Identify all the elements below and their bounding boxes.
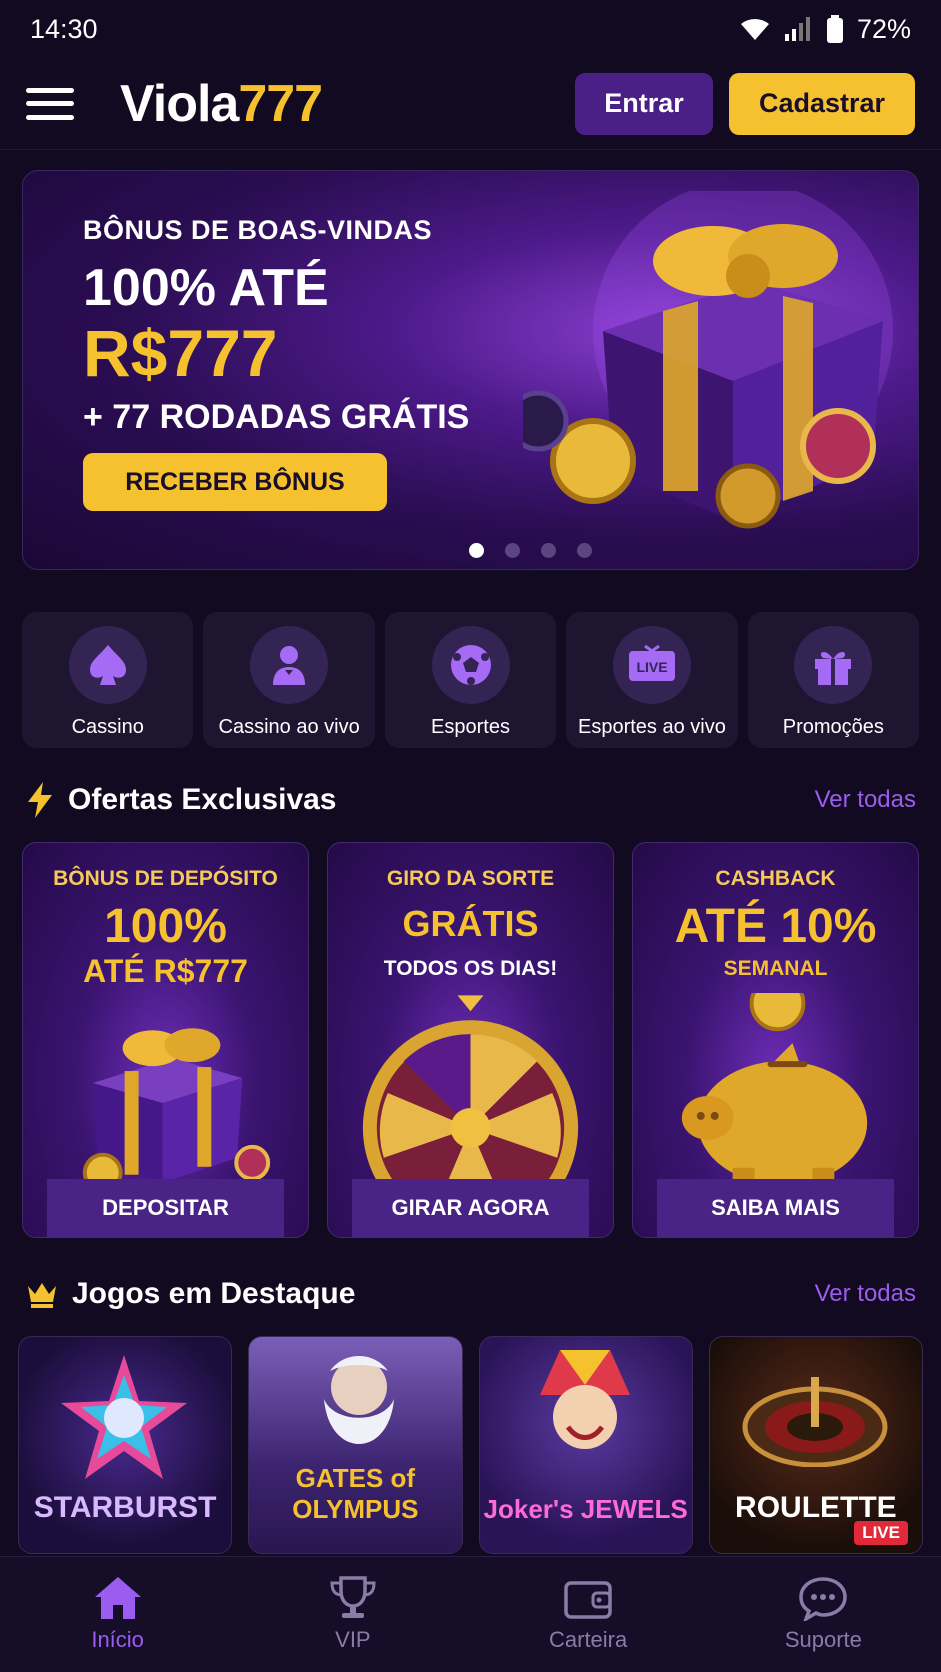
offer-subline: SEMANAL	[723, 957, 828, 980]
hamburger-menu-icon[interactable]	[26, 84, 74, 124]
games-section-title: Jogos em Destaque	[72, 1277, 356, 1310]
offer-card-deposit[interactable]: BÔNUS DE DEPÓSITO 100% ATÉ R$777 DEPOSIT…	[22, 842, 309, 1238]
category-label: Promoções	[782, 716, 884, 738]
game-tile-jokers-jewels[interactable]: Joker's JEWELS	[478, 1336, 693, 1554]
hero-headline: 100% ATÉ	[83, 259, 329, 317]
game-title: STARBURST	[33, 1491, 217, 1524]
app-header: Viola777 Entrar Cadastrar	[0, 58, 941, 150]
hero-banner[interactable]: BÔNUS DE BOAS-VINDAS 100% ATÉ R$777 + 77…	[22, 170, 919, 570]
claim-bonus-button[interactable]: RECEBER BÔNUS	[83, 453, 387, 511]
spin-now-button[interactable]: GIRAR AGORA	[352, 1179, 589, 1237]
bottom-nav: Início VIP Carteira Suporte	[0, 1556, 941, 1672]
carousel-dot[interactable]	[505, 543, 520, 558]
nav-label: Início	[91, 1627, 144, 1652]
category-row: Cassino Cassino ao vivo Esportes LIVE Es…	[22, 612, 920, 748]
category-label: Esportes	[431, 716, 510, 738]
category-sports[interactable]: Esportes	[384, 612, 557, 748]
offers-view-all-link[interactable]: Ver todas	[815, 786, 916, 814]
register-button[interactable]: Cadastrar	[729, 72, 915, 135]
lightning-icon	[28, 782, 52, 818]
deposit-button[interactable]: DEPOSITAR	[47, 1179, 284, 1237]
prize-wheel-illustration	[362, 995, 579, 1193]
header-actions: Entrar Cadastrar	[575, 72, 915, 135]
offer-headline: 100%	[104, 900, 227, 953]
game-tile-starburst[interactable]: STARBURST	[18, 1336, 233, 1554]
zeus-icon	[324, 1356, 395, 1444]
wifi-icon	[740, 18, 769, 40]
games-section-header: Jogos em Destaque Ver todas	[26, 1272, 916, 1316]
star-gem-icon	[61, 1355, 187, 1479]
signal-icon	[784, 17, 810, 41]
game-title: Joker's JEWELS	[483, 1494, 688, 1524]
hero-amount: R$777	[83, 316, 278, 390]
brand-logo[interactable]: Viola777	[120, 74, 323, 134]
category-live-casino[interactable]: Cassino ao vivo	[203, 612, 375, 748]
offer-headline: GRÁTIS	[402, 903, 539, 944]
featured-games-row: STARBURST GATES of OLYMPUS Joker's JEWEL…	[18, 1336, 923, 1554]
battery-level: 72%	[856, 13, 911, 44]
learn-more-button[interactable]: SAIBA MAIS	[657, 1179, 894, 1237]
offers-section-header: Ofertas Exclusivas Ver todas	[26, 778, 916, 822]
status-icons: 72%	[739, 14, 911, 45]
spade-icon	[68, 626, 147, 704]
category-label: Esportes ao vivo	[577, 716, 726, 738]
category-casino[interactable]: Cassino	[22, 612, 194, 748]
chat-icon	[799, 1577, 848, 1621]
nav-vip[interactable]: VIP	[235, 1557, 470, 1672]
piggy-bank-illustration	[681, 993, 868, 1192]
login-button[interactable]: Entrar	[575, 72, 713, 135]
gift-icon	[794, 626, 873, 704]
nav-home[interactable]: Início	[0, 1557, 235, 1672]
status-time: 14:30	[30, 13, 98, 44]
home-icon	[94, 1577, 141, 1619]
soccer-ball-icon	[431, 626, 510, 704]
offer-headline: ATÉ 10%	[674, 900, 877, 953]
offers-row: BÔNUS DE DEPÓSITO 100% ATÉ R$777 DEPOSIT…	[22, 842, 919, 1238]
nav-label: Carteira	[549, 1627, 628, 1652]
wallet-icon	[564, 1581, 612, 1619]
game-title: ROULETTE	[735, 1491, 897, 1524]
hero-free-spins: + 77 RODADAS GRÁTIS	[83, 398, 470, 436]
offers-section-title: Ofertas Exclusivas	[68, 783, 337, 816]
hero-text: BÔNUS DE BOAS-VINDAS 100% ATÉ R$777 + 77…	[83, 215, 469, 437]
live-tv-icon: LIVE	[612, 626, 691, 704]
carousel-dot[interactable]	[469, 543, 484, 558]
hero-kicker: BÔNUS DE BOAS-VINDAS	[83, 215, 433, 245]
category-label: Cassino ao vivo	[218, 716, 360, 738]
dealer-icon	[250, 626, 329, 704]
status-bar: 14:30 72%	[0, 0, 941, 58]
roulette-wheel-icon	[742, 1377, 888, 1467]
category-promotions[interactable]: Promoções	[747, 612, 920, 748]
category-live-sports[interactable]: LIVE Esportes ao vivo	[566, 612, 738, 748]
offer-subline: TODOS OS DIAS!	[383, 957, 558, 980]
game-title: GATES of OLYMPUS	[292, 1463, 419, 1524]
offer-kicker: BÔNUS DE DEPÓSITO	[53, 867, 278, 890]
nav-label: VIP	[335, 1627, 371, 1652]
gift-box-illustration	[82, 1028, 271, 1193]
logo-text-main: Viola	[120, 74, 239, 133]
battery-icon	[826, 15, 843, 43]
nav-wallet[interactable]: Carteira	[471, 1557, 706, 1672]
games-view-all-link[interactable]: Ver todas	[815, 1280, 916, 1308]
offer-card-cashback[interactable]: CASHBACK ATÉ 10% SEMANAL SAIBA MAIS	[632, 842, 919, 1238]
offer-kicker: GIRO DA SORTE	[386, 867, 555, 890]
nav-label: Suporte	[784, 1627, 862, 1652]
offer-subline: ATÉ R$777	[83, 953, 248, 989]
game-tile-gates-of-olympus[interactable]: GATES of OLYMPUS	[248, 1336, 463, 1554]
offer-card-lucky-spin[interactable]: GIRO DA SORTE GRÁTIS TODOS OS DIAS! GIRA…	[327, 842, 614, 1238]
nav-support[interactable]: Suporte	[706, 1557, 941, 1672]
live-icon-text: LIVE	[636, 659, 667, 675]
logo-text-number: 777	[238, 74, 323, 133]
category-label: Cassino	[71, 716, 144, 738]
trophy-icon	[330, 1576, 376, 1618]
carousel-dot[interactable]	[541, 543, 556, 558]
live-badge: LIVE	[854, 1521, 908, 1545]
gift-box-illustration	[523, 191, 893, 529]
crown-icon	[28, 1283, 56, 1308]
game-tile-roulette-live[interactable]: ROULETTE LIVE	[708, 1336, 923, 1554]
carousel-dots	[23, 543, 918, 558]
offer-kicker: CASHBACK	[715, 867, 836, 890]
carousel-dot[interactable]	[577, 543, 592, 558]
jester-icon	[539, 1350, 630, 1449]
